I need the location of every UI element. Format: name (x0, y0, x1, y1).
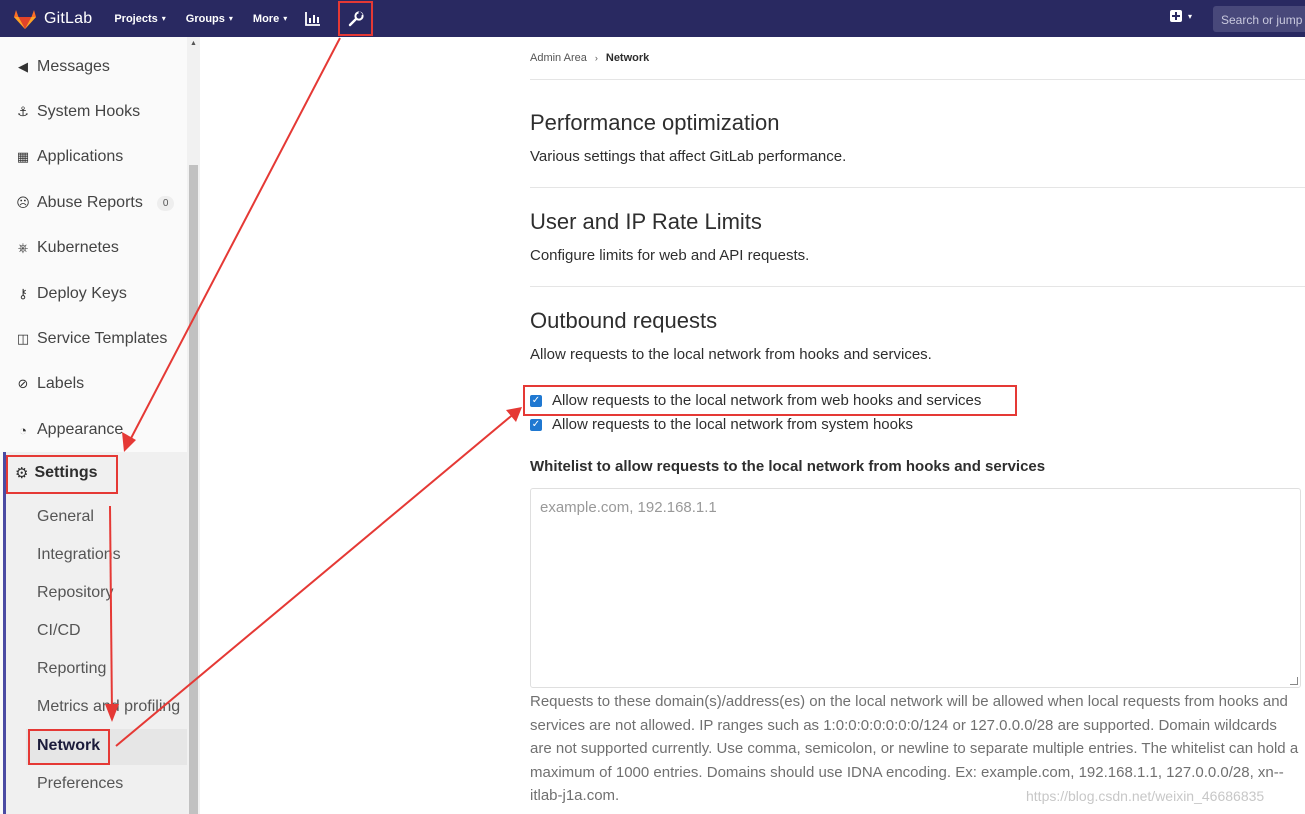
chevron-down-icon: ▾ (283, 14, 288, 23)
sidebar-subitem-ci-cd[interactable]: CI/CD (37, 622, 81, 640)
plus-icon (1170, 10, 1182, 22)
sidebar-item-abuse-reports[interactable]: ☹ Abuse Reports 0 (15, 192, 175, 214)
nav-groups-dropdown[interactable]: Groups ▾ (186, 13, 233, 25)
sidebar-item-appearance[interactable]: ◔ Appearance (15, 419, 123, 441)
scrollbar-thumb[interactable] (189, 165, 198, 814)
divider (530, 187, 1305, 188)
sidebar-item-kubernetes[interactable]: ⎈ Kubernetes (15, 237, 119, 259)
sidebar-subitem-preferences[interactable]: Preferences (37, 775, 123, 793)
chevron-right-icon: › (594, 53, 598, 63)
kubernetes-icon: ⎈ (17, 240, 29, 255)
chevron-down-icon: ▾ (228, 14, 233, 23)
new-item-dropdown[interactable]: ▾ (1170, 10, 1192, 22)
palette-icon: ◔ (19, 422, 27, 438)
top-navbar: GitLab Projects ▾ Groups ▾ More ▾ (0, 0, 1305, 37)
sidebar-item-deploy-keys[interactable]: ⚷ Deploy Keys (15, 283, 127, 305)
chevron-down-icon: ▾ (161, 14, 166, 23)
annotation-box-settings (6, 455, 118, 494)
chevron-down-icon: ▾ (1188, 11, 1193, 21)
arrowhead (506, 407, 522, 422)
divider (530, 79, 1305, 80)
sidebar-item-label: Deploy Keys (37, 285, 127, 302)
applications-grid-icon: ▦ (16, 149, 30, 164)
breadcrumb-current: Network (605, 52, 650, 64)
sidebar-item-label: Applications (37, 148, 124, 165)
sidebar-item-label: Service Templates (37, 330, 168, 347)
sidebar-item-label: Abuse Reports (37, 194, 143, 211)
section-desc-performance: Various settings that affect GitLab perf… (530, 148, 847, 165)
label-tag-icon: ⊘ (17, 376, 29, 391)
gitlab-logo-icon (14, 9, 36, 29)
nav-more-label: More (252, 12, 280, 25)
annotation-box-network (28, 729, 110, 765)
search-input[interactable]: Search or jump to… (1213, 6, 1305, 32)
sidebar-item-label: Messages (37, 58, 110, 75)
sidebar-subitem-general[interactable]: General (37, 508, 94, 526)
sidebar-item-messages[interactable]: ◀ Messages (15, 56, 110, 78)
nav-projects-dropdown[interactable]: Projects ▾ (114, 13, 165, 25)
checkbox-row-system-hooks[interactable]: ✓ Allow requests to the local network fr… (530, 416, 913, 433)
abuse-face-icon: ☹ (16, 195, 30, 210)
sidebar-item-system-hooks[interactable]: ⚓ System Hooks (15, 101, 140, 123)
nav-more-dropdown[interactable]: More ▾ (253, 13, 287, 25)
sidebar-item-label: System Hooks (37, 103, 141, 120)
brand-name: GitLab (44, 9, 93, 27)
nav-groups-label: Groups (185, 12, 225, 25)
bullhorn-icon: ◀ (18, 59, 28, 74)
section-desc-outbound: Allow requests to the local network from… (530, 346, 932, 363)
whitelist-label: Whitelist to allow requests to the local… (530, 458, 1046, 475)
wrench-admin-icon (348, 10, 364, 26)
nav-projects-label: Projects (114, 12, 158, 25)
whitelist-textarea[interactable]: example.com, 192.168.1.1 (530, 488, 1301, 688)
sidebar-item-service-templates[interactable]: ◫ Service Templates (15, 328, 168, 350)
sidebar-subitem-repository[interactable]: Repository (37, 584, 113, 602)
sidebar-item-applications[interactable]: ▦ Applications (15, 146, 123, 168)
section-desc-rate-limits: Configure limits for web and API request… (530, 247, 810, 264)
activity-chart-icon[interactable] (305, 11, 321, 26)
sidebar-item-label: Labels (37, 375, 85, 392)
allow-local-system-hooks-checkbox[interactable]: ✓ (530, 418, 542, 431)
checkbox-label: Allow requests to the local network from… (552, 416, 913, 433)
section-title-performance: Performance optimization (530, 110, 780, 135)
whitelist-placeholder: example.com, 192.168.1.1 (540, 499, 717, 516)
sidebar-subitem-reporting[interactable]: Reporting (37, 660, 106, 678)
abuse-reports-count-badge: 0 (156, 195, 175, 211)
watermark: https://blog.csdn.net/weixin_46686835 (1026, 788, 1265, 804)
breadcrumb-admin-area[interactable]: Admin Area (530, 52, 587, 64)
annotation-box-checkbox (523, 385, 1017, 416)
section-title-outbound: Outbound requests (530, 308, 718, 333)
breadcrumb: Admin Area › Network (530, 52, 649, 64)
sidebar-item-label: Kubernetes (37, 239, 119, 256)
sidebar-scrollbar[interactable]: ▲ (187, 37, 200, 814)
gitlab-brand[interactable]: GitLab (14, 9, 92, 29)
key-icon: ⚷ (18, 286, 28, 301)
template-icon: ◫ (16, 331, 30, 346)
hook-icon: ⚓ (17, 104, 29, 119)
sidebar-subitem-metrics-profiling[interactable]: Metrics and profiling (37, 698, 180, 716)
scroll-up-arrow-icon[interactable]: ▲ (190, 40, 197, 47)
sidebar-subitem-integrations[interactable]: Integrations (37, 546, 121, 564)
resize-handle-icon[interactable] (1290, 677, 1298, 685)
sidebar-item-label: Appearance (37, 421, 124, 438)
sidebar-item-labels[interactable]: ⊘ Labels (15, 373, 85, 395)
section-title-rate-limits: User and IP Rate Limits (530, 209, 762, 234)
admin-area-wrench-button[interactable] (338, 1, 373, 36)
divider (530, 286, 1305, 287)
